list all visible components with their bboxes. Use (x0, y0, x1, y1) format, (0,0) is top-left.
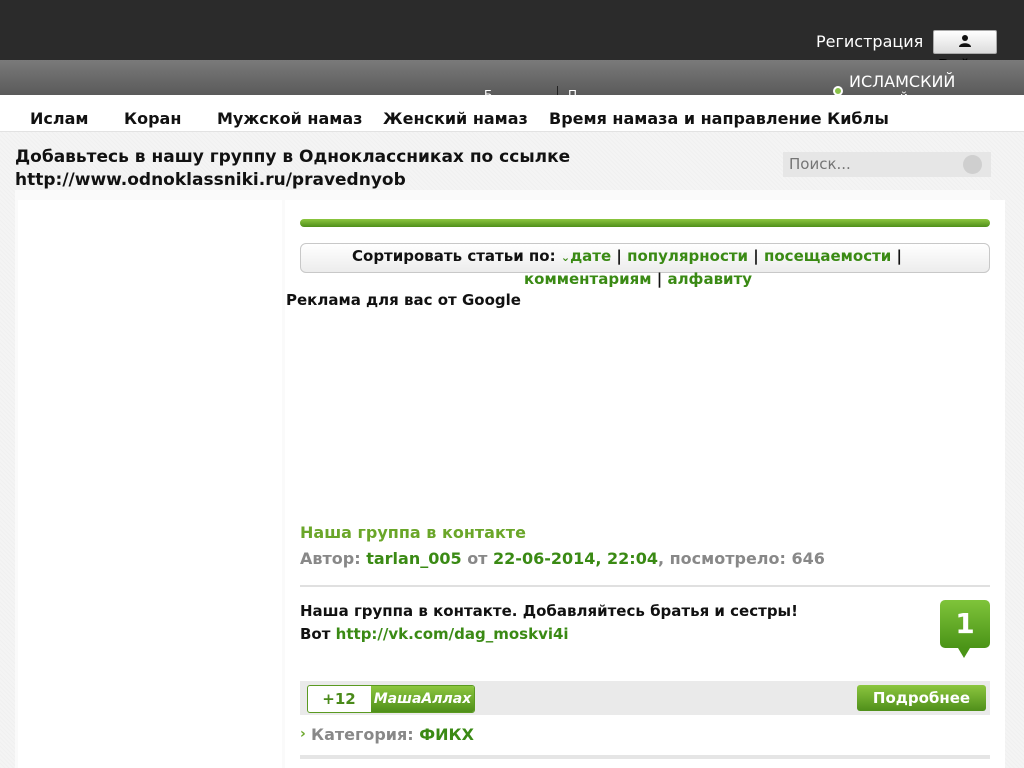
sort-separator: | (896, 247, 903, 265)
views-label: посмотрело: (669, 549, 786, 568)
rating-button[interactable]: МашаАллах (371, 686, 474, 712)
user-icon (959, 35, 971, 47)
views-count: 646 (791, 549, 825, 568)
post-body-link[interactable]: http://vk.com/dag_moskvi4i (336, 625, 569, 643)
chevron-down-icon: ⌄ (560, 251, 571, 264)
post-body-prefix: Вот (300, 625, 331, 643)
search-icon[interactable] (963, 155, 982, 174)
green-divider (300, 219, 990, 227)
author-link[interactable]: tarlan_005 (366, 549, 461, 568)
sort-separator: | (753, 247, 759, 265)
register-link[interactable]: Регистрация (816, 32, 923, 51)
rating-value: +12 (322, 690, 356, 708)
search-box (783, 152, 991, 177)
islam-link[interactable]: ИСЛАМСКИЙ (849, 72, 955, 91)
post-body-text: Наша группа в контакте. Добавляйтесь бра… (300, 602, 798, 620)
author-prefix: Автор: (300, 549, 361, 568)
read-more-button[interactable]: Подробнее (857, 685, 986, 711)
sort-by-alphabet[interactable]: алфавиту (667, 270, 752, 288)
sidebar (18, 200, 282, 768)
category-link[interactable]: ФИКХ (419, 725, 474, 744)
sort-by-visits[interactable]: посещаемости (764, 247, 891, 265)
search-input[interactable] (789, 155, 959, 173)
group-notice-line1: Добавьтесь в нашу группу в Одноклассника… (15, 147, 571, 167)
top-bar (0, 0, 1024, 60)
sort-by-popularity[interactable]: популярности (627, 247, 748, 265)
date-prefix: от (467, 549, 488, 568)
post-date[interactable]: 22-06-2014, 22:04 (493, 549, 658, 568)
ads-label: Реклама для вас от Google (286, 291, 521, 309)
chevron-right-icon: › (300, 726, 306, 742)
sort-by-comments[interactable]: комментариям (524, 270, 652, 288)
sort-separator: | (656, 270, 663, 288)
post-meta: Автор: tarlan_005 от 22-06-2014, 22:04, … (300, 549, 825, 568)
sort-label: Сортировать статьи по: (352, 247, 556, 265)
post-title[interactable]: Наша группа в контакте (300, 523, 526, 542)
nav-item-prayer-time[interactable]: Время намаза и направление Киблы (549, 109, 889, 128)
post-divider (300, 585, 990, 587)
post-category: Категория: ФИКХ (311, 725, 474, 744)
post-body: Наша группа в контакте. Добавляйтесь бра… (300, 600, 900, 646)
sort-by-date[interactable]: дате (570, 247, 611, 265)
sort-row-2: комментариям | алфавиту (524, 268, 752, 291)
post-bottom-strip (300, 755, 990, 759)
login-button[interactable] (933, 30, 997, 54)
nav-item-female-namaz[interactable]: Женский намаз (383, 109, 528, 128)
comments-count-badge[interactable]: 1 (940, 600, 990, 648)
nav-item-islam[interactable]: Ислам (30, 109, 88, 128)
rating-widget[interactable]: +12 МашаАллах (307, 685, 475, 713)
nav-item-quran[interactable]: Коран (124, 109, 181, 128)
group-notice-link[interactable]: http://www.odnoklassniki.ru/pravednyob (15, 169, 635, 192)
category-label: Категория: (311, 725, 414, 744)
sort-row-1: Сортировать статьи по: ⌄дате | популярно… (352, 245, 902, 269)
comment-badge-tail (958, 648, 970, 658)
sort-separator: | (616, 247, 622, 265)
group-notice: Добавьтесь в нашу группу в Одноклассника… (15, 146, 635, 192)
nav-item-male-namaz[interactable]: Мужской намаз (217, 109, 362, 128)
